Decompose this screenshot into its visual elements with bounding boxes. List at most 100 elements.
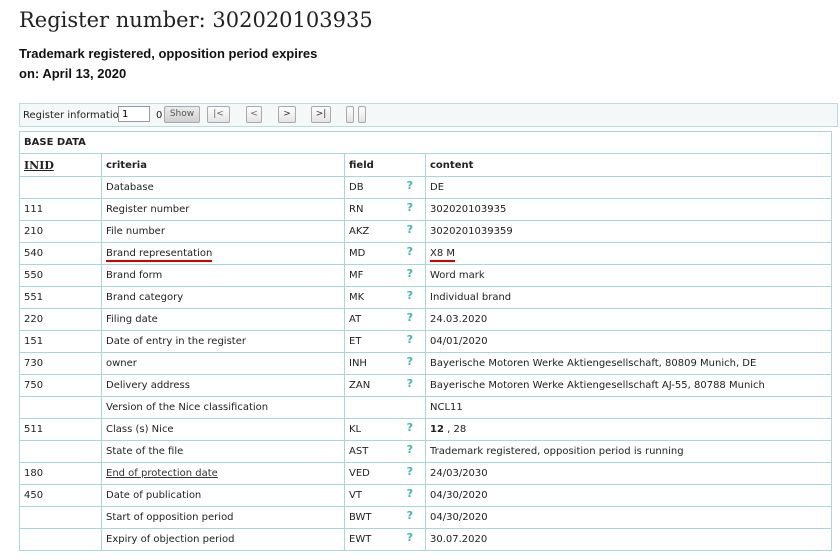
content-value: NCL11 [430, 402, 463, 413]
inid-cell: 511 [19, 418, 102, 441]
help-icon[interactable]: ? [407, 377, 413, 390]
first-record-button[interactable]: |< [207, 106, 230, 123]
criteria-label: Brand form [106, 270, 163, 281]
table-row: 210 File number AKZ? 3020201039359 [19, 220, 832, 243]
field-cell: MK? [344, 286, 426, 309]
table-row: 151 Date of entry in the register ET? 04/01… [19, 330, 832, 353]
field-code: EWT [349, 534, 372, 545]
content-value: DE [430, 182, 445, 193]
content-value: 30.07.2020 [430, 534, 488, 545]
table-row: 511 Class (s) Nice KL? 12 , 28 [19, 418, 832, 441]
content-header: content [425, 153, 832, 177]
field-cell: AT? [344, 308, 426, 331]
register-index-input[interactable] [118, 106, 150, 122]
table-row: 730 owner INH? Bayerische Motoren Werke Akt… [19, 352, 832, 375]
content-cell: 24/03/2030 [425, 462, 832, 485]
help-icon[interactable]: ? [407, 179, 413, 192]
inid-header[interactable]: INID [19, 153, 102, 177]
field-code: INH [349, 358, 367, 369]
content-value: 04/30/2020 [430, 490, 488, 501]
status-line-2: on: April 13, 2020 [19, 66, 127, 81]
table-row: 750 Delivery address ZAN? Bayerische Motore… [19, 374, 832, 397]
content-cell: 04/01/2020 [425, 330, 832, 353]
field-code: RN [349, 204, 364, 215]
small-toggle-button-2[interactable] [358, 106, 366, 123]
field-code: AT [349, 314, 362, 325]
page-title: Register number: 302020103935 [19, 8, 373, 32]
inid-cell [19, 506, 102, 529]
content-cell: 04/30/2020 [425, 506, 832, 529]
table-row: 450 Date of publication VT? 04/30/2020 [19, 484, 832, 507]
criteria-cell: Class (s) Nice [101, 418, 345, 441]
content-cell: Individual brand [425, 286, 832, 309]
inid-cell: 550 [19, 264, 102, 287]
content-value: 302020103935 [430, 204, 507, 215]
criteria-link[interactable]: End of protection date [106, 468, 218, 479]
help-icon[interactable]: ? [407, 289, 413, 302]
criteria-label: File number [106, 226, 165, 237]
content-value: 04/01/2020 [430, 336, 488, 347]
help-icon[interactable]: ? [407, 245, 413, 258]
previous-record-button[interactable]: < [246, 106, 262, 123]
content-cell: Bayerische Motoren Werke Aktiengesellsch… [425, 374, 832, 397]
help-icon[interactable]: ? [407, 421, 413, 434]
criteria-cell: Filing date [101, 308, 345, 331]
status-text: Trademark registered, opposition period … [19, 44, 339, 84]
field-cell: MD? [344, 242, 426, 265]
criteria-header: criteria [101, 153, 345, 177]
field-cell: RN? [344, 198, 426, 221]
criteria-label: Date of entry in the register [106, 336, 246, 347]
criteria-cell: Brand category [101, 286, 345, 309]
content-value: Bayerische Motoren Werke Aktiengesellsch… [430, 358, 757, 369]
inid-header-label[interactable]: INID [24, 159, 54, 172]
field-cell: DB? [344, 176, 426, 199]
status-line-1: Trademark registered, opposition period … [19, 46, 318, 61]
last-record-button[interactable]: >| [311, 106, 331, 123]
criteria-label: Delivery address [106, 380, 190, 391]
inid-cell: 151 [19, 330, 102, 353]
content-value: Bayerische Motoren Werke Aktiengesellsch… [430, 380, 765, 391]
field-code: AKZ [349, 226, 370, 237]
content-value: Word mark [430, 270, 485, 281]
criteria-label: Class (s) Nice [106, 424, 174, 435]
show-button[interactable]: Show [164, 106, 200, 123]
criteria-label: Brand category [106, 292, 184, 303]
content-cell: 3020201039359 [425, 220, 832, 243]
help-icon[interactable]: ? [407, 355, 413, 368]
inid-cell [19, 396, 102, 419]
help-icon[interactable]: ? [407, 465, 413, 478]
criteria-cell: owner [101, 352, 345, 375]
section-header-row: BASE DATA [19, 131, 832, 154]
table-row: Expiry of objection period EWT? 30.07.2020 [19, 528, 832, 551]
inid-cell: 210 [19, 220, 102, 243]
help-icon[interactable]: ? [407, 509, 413, 522]
criteria-label: Brand representation [106, 248, 213, 262]
criteria-cell: Expiry of objection period [101, 528, 345, 551]
help-icon[interactable]: ? [407, 531, 413, 544]
inid-cell: 111 [19, 198, 102, 221]
help-icon[interactable]: ? [407, 223, 413, 236]
help-icon[interactable]: ? [407, 443, 413, 456]
next-record-button[interactable]: > [278, 106, 296, 123]
table-row: Version of the Nice classification NCL11 [19, 396, 832, 419]
field-code: MF [349, 270, 364, 281]
help-icon[interactable]: ? [407, 333, 413, 346]
criteria-cell: State of the file [101, 440, 345, 463]
help-icon[interactable]: ? [407, 267, 413, 280]
field-code: VED [349, 468, 370, 479]
table-row: Start of opposition period BWT? 04/30/2020 [19, 506, 832, 529]
help-icon[interactable]: ? [407, 201, 413, 214]
field-code: AST [349, 446, 369, 457]
help-icon[interactable]: ? [407, 311, 413, 324]
content-cell: 04/30/2020 [425, 484, 832, 507]
field-code: BWT [349, 512, 372, 523]
inid-cell: 450 [19, 484, 102, 507]
criteria-label: Version of the Nice classification [106, 402, 269, 413]
field-code: VT [349, 490, 362, 501]
table-row: 111 Register number RN? 302020103935 [19, 198, 832, 221]
content-cell: NCL11 [425, 396, 832, 419]
content-value: 3020201039359 [430, 226, 513, 237]
small-toggle-button-1[interactable] [346, 106, 354, 123]
inid-cell: 540 [19, 242, 102, 265]
help-icon[interactable]: ? [407, 487, 413, 500]
